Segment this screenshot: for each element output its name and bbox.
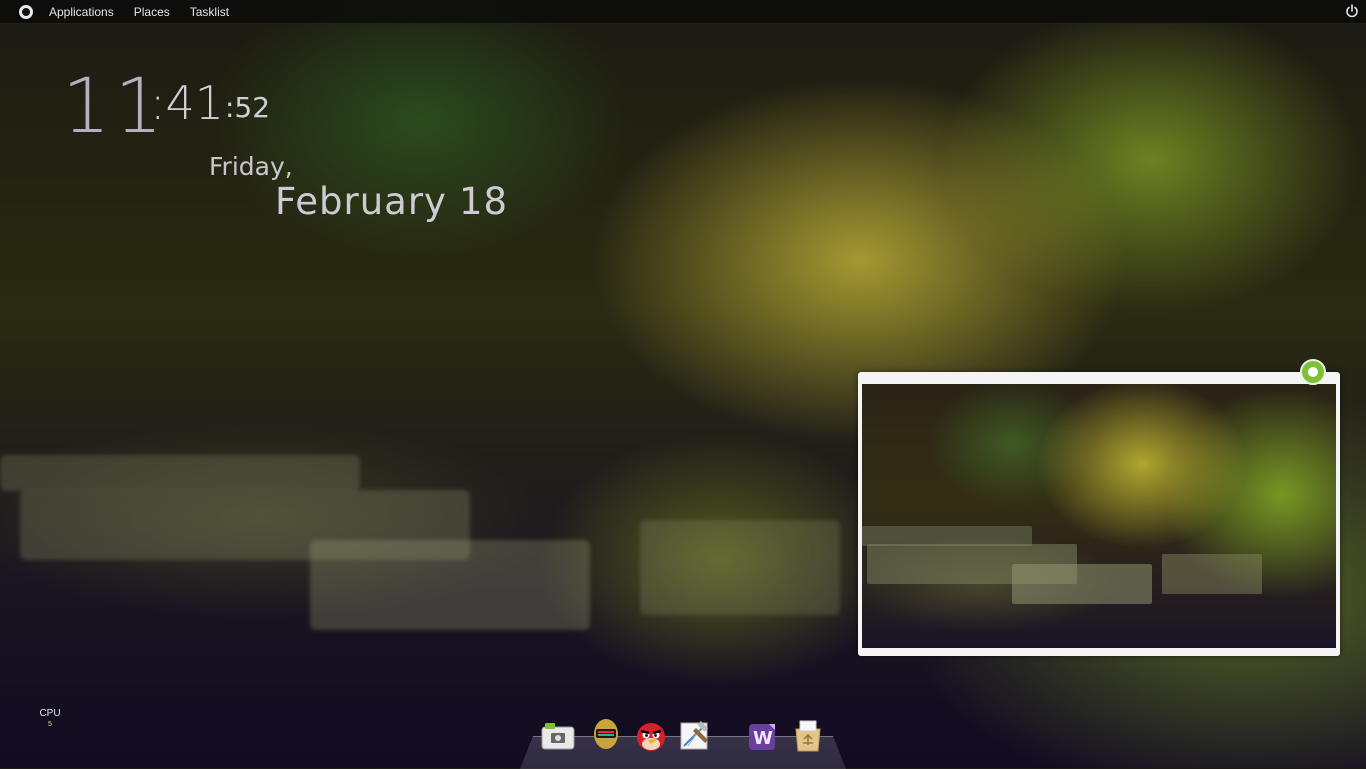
- dock-item-xcode[interactable]: [677, 718, 713, 754]
- clock-month: February: [275, 180, 447, 223]
- dock-item-screenshot[interactable]: [540, 718, 576, 754]
- wine-w-icon: W: [749, 724, 775, 750]
- clock-day: Friday,: [209, 152, 293, 181]
- menu-places[interactable]: Places: [134, 5, 170, 19]
- menu-applications[interactable]: Applications: [49, 5, 114, 19]
- wallpaper-plank: [0, 455, 360, 491]
- dock-item-angry-birds[interactable]: [633, 718, 669, 754]
- gnome-foot-circle-icon[interactable]: [19, 4, 33, 19]
- preview-plank: [862, 526, 1032, 546]
- clock-date: February 18: [275, 180, 508, 224]
- workspace-preview-window[interactable]: [858, 359, 1340, 656]
- menu-tasklist[interactable]: Tasklist: [190, 5, 229, 19]
- cpu-label: CPU: [39, 708, 61, 719]
- trash-recycle-icon: [795, 720, 821, 752]
- svg-text:W: W: [753, 728, 773, 749]
- top-panel: Applications Places Tasklist: [0, 0, 1366, 24]
- screenshot-camera-icon: [541, 723, 575, 750]
- power-icon[interactable]: [1345, 4, 1359, 18]
- dock-item-wine[interactable]: W: [744, 718, 780, 754]
- preview-image: [862, 384, 1336, 648]
- clock-minutes: :41: [150, 76, 225, 130]
- clock-day-number: 18: [458, 180, 509, 223]
- pin-dot: [1308, 367, 1318, 377]
- dock-item-trash[interactable]: [790, 718, 826, 754]
- angry-birds-icon: [637, 723, 665, 751]
- clock-seconds: :52: [225, 91, 271, 124]
- pin-icon[interactable]: [1300, 359, 1326, 385]
- xcode-hammer-icon: [680, 721, 708, 750]
- cpu-value: 5: [48, 721, 52, 728]
- daft-punk-helmet-icon: [594, 719, 618, 749]
- wallpaper-plank: [310, 540, 590, 630]
- wallpaper-plank: [640, 520, 840, 615]
- dock-item-daft-punk[interactable]: [588, 718, 624, 754]
- cpu-monitor: CPU 5: [38, 708, 62, 730]
- preview-plank: [1162, 554, 1262, 594]
- preview-plank: [1012, 564, 1152, 604]
